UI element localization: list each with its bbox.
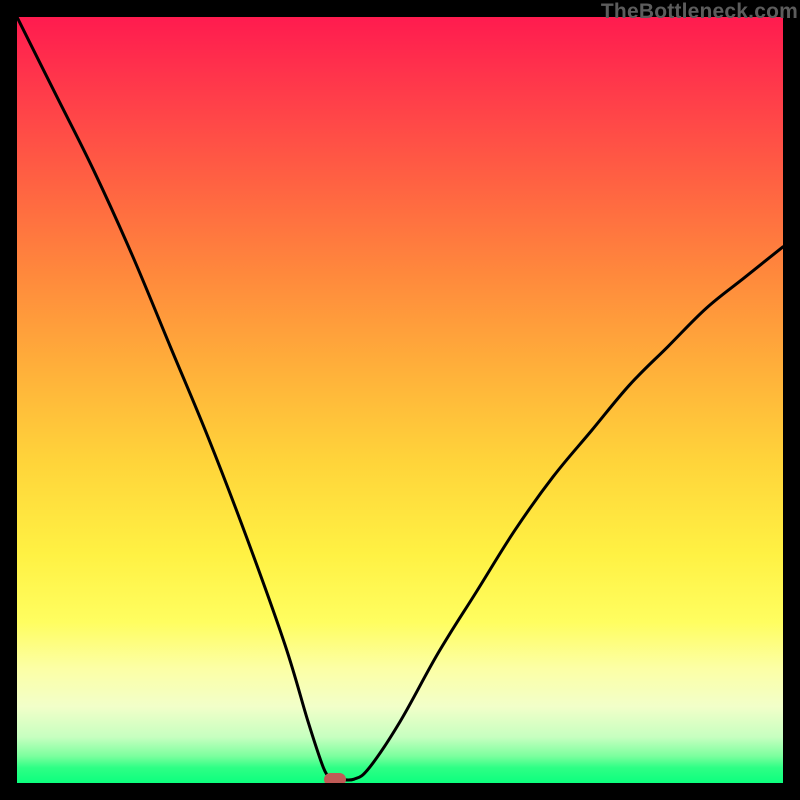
watermark-text: TheBottleneck.com [601,0,798,24]
optimum-marker [324,773,346,783]
plot-frame [17,17,783,783]
bottleneck-curve [17,17,783,783]
